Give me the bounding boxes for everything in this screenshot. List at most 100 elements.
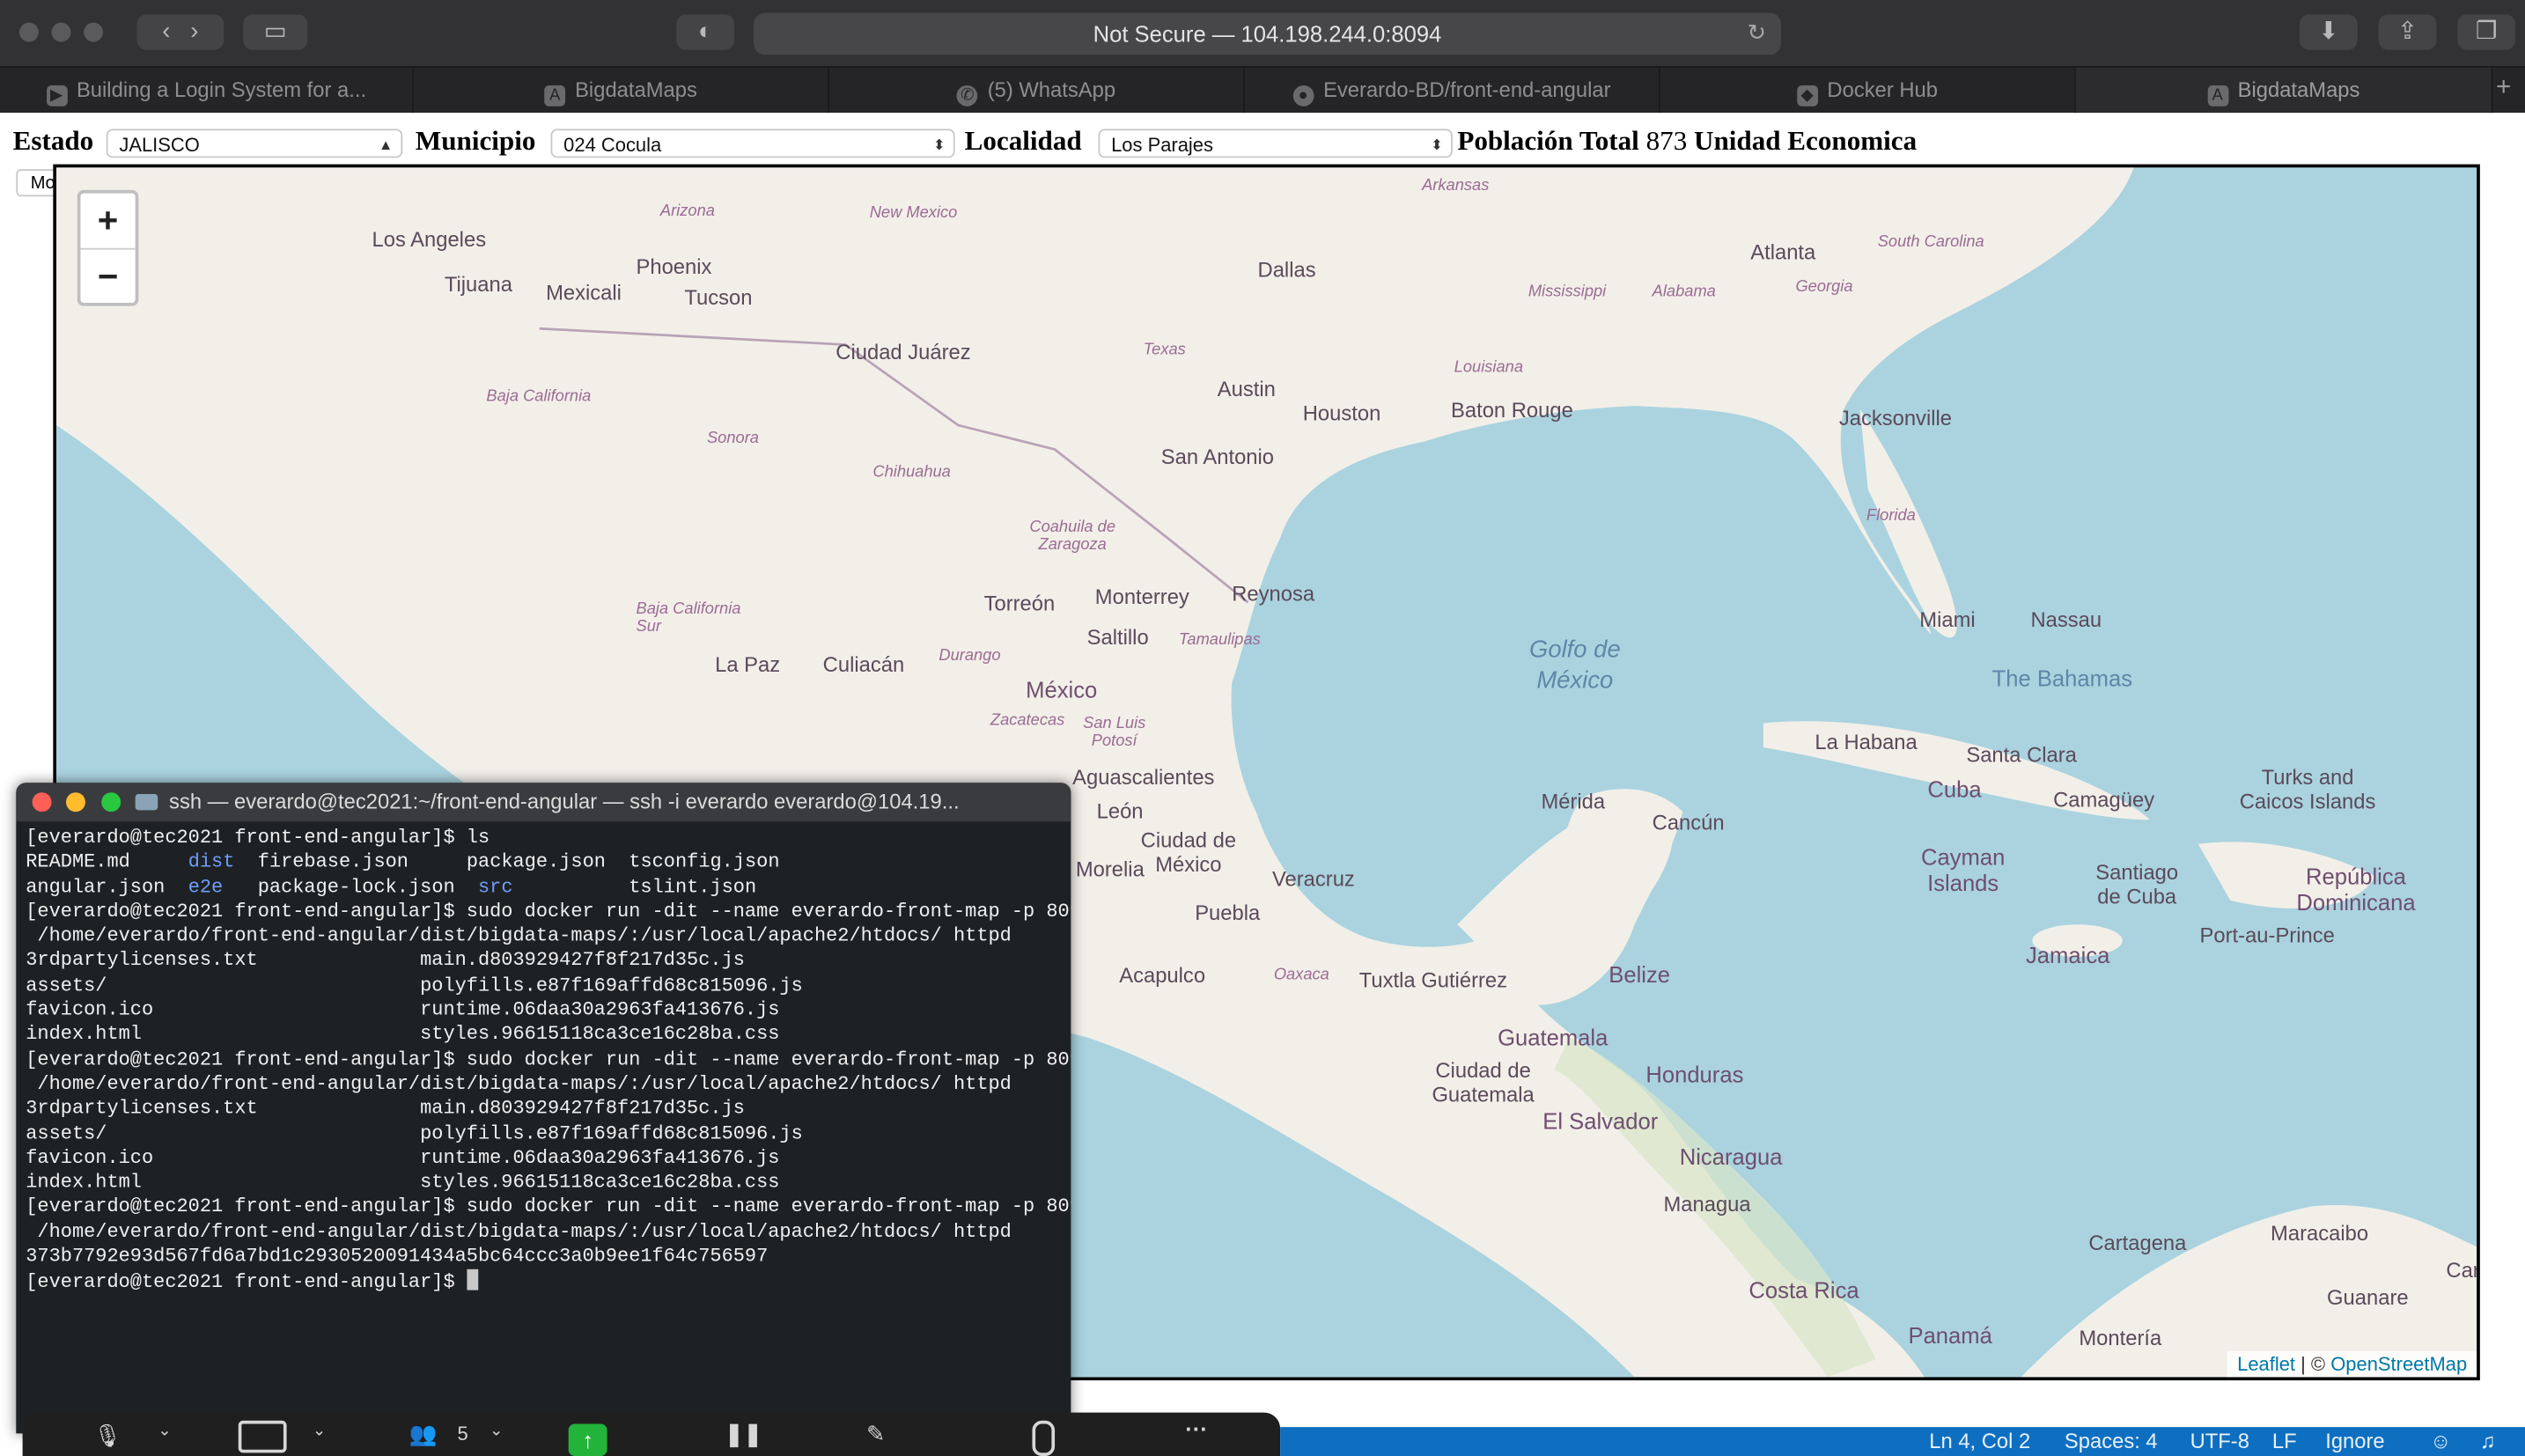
zoom-in-button[interactable]: + [80,194,136,250]
tabs-icon: ❐ [2475,18,2498,46]
map-label: Oaxaca [1273,966,1329,984]
forward-icon[interactable]: › [190,18,198,45]
tab-youtube[interactable]: ▶ Building a Login System for a... [0,67,415,114]
terminal-ls-line: angular.json e2e package-lock.json src t… [26,875,757,899]
cut-off-button[interactable]: Mo [16,169,58,197]
downloads-button[interactable]: ⬇ [2299,14,2358,50]
play-icon: ▶ [46,85,67,107]
close-window-button[interactable] [18,22,39,42]
estado-label: Estado [12,125,94,157]
back-icon[interactable]: ‹ [162,18,170,45]
shield-icon: ◐ [697,18,713,46]
leaflet-link[interactable]: Leaflet [2237,1353,2295,1376]
tab-whatsapp[interactable]: ✆ (5) WhatsApp [829,67,1245,114]
docker-icon: ◆ [1796,85,1818,107]
map-label: Tucson [684,284,753,310]
video-off-icon[interactable] [238,1420,287,1453]
terminal-line: 373b7792e93d567fd6a7bd1c2930520091434a5b… [26,1245,769,1268]
map-label: Saltillo [1086,624,1149,650]
tab-bigdatamaps-1[interactable]: A BigdataMaps [414,67,829,114]
tab-docker-hub[interactable]: ◆ Docker Hub [1660,67,2076,114]
tab-github[interactable]: ● Everardo-BD/front-end-angular [1245,67,1660,114]
map-label: Arizona [659,202,715,221]
map-label: Acapulco [1119,963,1206,988]
microphone-icon[interactable]: 🎙 [93,1423,122,1450]
terminal-line: [everardo@tec2021 front-end-angular]$ su… [26,900,1071,923]
reload-icon[interactable]: ↻ [1748,19,1766,47]
zoom-out-button[interactable]: − [80,250,135,305]
terminal-line: index.html styles.96615118ca3ce16c28ba.c… [26,1171,780,1195]
estado-select[interactable]: JALISCO ▲ [106,129,403,158]
minimize-window-button[interactable] [51,22,71,42]
map-label: Miami [1919,607,1976,632]
map-label: Nicaragua [1679,1143,1783,1170]
chevron-down-icon[interactable]: ⌄ [158,1423,171,1440]
map-label: La Paz [715,652,781,677]
close-icon[interactable] [32,792,52,813]
pause-icon[interactable]: ❚❚ [725,1421,762,1448]
map-label: Managua [1663,1191,1751,1217]
zoom-window-button[interactable] [84,22,104,42]
terminal-prompt-line[interactable]: [everardo@tec2021 front-end-angular]$ [26,1269,1071,1296]
minimize-icon[interactable] [65,792,85,813]
sidebar-toggle-button[interactable]: ▭ [243,14,308,50]
map-label: Chihuahua [872,463,951,482]
map-label: Dallas [1257,257,1316,283]
localidad-label: Localidad [964,125,1082,157]
participants-icon[interactable]: 👥 [409,1421,438,1448]
tab-bigdatamaps-2[interactable]: A BigdataMaps [2075,67,2493,114]
terminal-line: 3rdpartylicenses.txt main.d803929427f8f2… [26,1097,745,1121]
indentation[interactable]: Spaces: 4 [2065,1427,2158,1456]
map-label: Honduras [1645,1061,1744,1088]
maximize-icon[interactable] [101,792,121,813]
back-forward-buttons[interactable]: ‹ › [136,14,225,50]
privacy-button[interactable]: ◐ [676,14,735,50]
map-label: Alabama [1652,283,1716,302]
openstreetmap-link[interactable]: OpenStreetMap [2330,1353,2467,1376]
new-tab-button[interactable]: + [2496,74,2511,103]
chevron-down-icon[interactable]: ⌄ [490,1423,503,1440]
map-attribution: Leaflet | © OpenStreetMap [2227,1351,2477,1378]
share-button[interactable]: ⇪ [2378,14,2437,50]
chevron-down-icon[interactable]: ⌄ [313,1423,326,1440]
tab-overview-button[interactable]: ❐ [2457,14,2516,50]
map-label: El Salvador [1542,1107,1659,1135]
map-label: Cartagena [2088,1230,2187,1255]
terminal-window[interactable]: ssh — everardo@tec2021:~/front-end-angul… [16,783,1071,1434]
remote-control-icon[interactable] [1032,1420,1056,1456]
bell-icon[interactable]: ♫ [2480,1427,2496,1456]
map-label: León [1096,798,1144,823]
map-label: Los Angeles [372,226,487,252]
map-label: La Habana [1815,729,1918,754]
share-icon: ⇪ [2396,18,2418,46]
share-screen-icon[interactable]: ↑ [568,1423,607,1456]
terminal-line: favicon.ico runtime.06daa30a2963fa413676… [26,1146,780,1170]
encoding[interactable]: UTF-8 [2190,1427,2249,1456]
map-label: Santa Clara [1966,742,2077,767]
annotate-icon[interactable]: ✎ [866,1421,885,1448]
terminal-line: assets/ polyfills.e87f169affd68c815096.j… [26,974,803,997]
more-icon[interactable]: ··· [1185,1416,1208,1441]
cursor-position[interactable]: Ln 4, Col 2 [1929,1427,2030,1456]
map-label: Mississippi [1528,283,1607,302]
map-label: Jamaica [2026,942,2110,968]
address-bar[interactable]: Not Secure — 104.198.244.0:8094 [754,12,1781,55]
map-label: Baja California [486,387,592,407]
zoom-control: + − [77,189,139,306]
terminal-line: [everardo@tec2021 front-end-angular]$ su… [26,1195,1071,1219]
map-label: Belize [1608,961,1671,988]
feedback-icon[interactable]: ☺ [2430,1427,2451,1456]
map-label: Houston [1302,401,1381,426]
map-label: Montería [2079,1325,2162,1350]
map-label: Texas [1143,341,1186,360]
map-label: Port-au-Prince [2199,923,2335,947]
terminal-line: /home/everardo/front-end-angular/dist/bi… [26,924,1012,948]
municipio-select[interactable]: 024 Cocula ⬍ [550,129,955,158]
line-ending[interactable]: LF [2272,1427,2297,1456]
select-arrows-icon: ⬍ [1431,136,1443,153]
terminal-output[interactable]: [everardo@tec2021 front-end-angular]$ ls… [26,827,1071,1297]
ignore-status[interactable]: Ignore [2325,1427,2384,1456]
localidad-select[interactable]: Los Parajes ⬍ [1098,129,1453,158]
map-label: Guatemala [1498,1024,1608,1050]
terminal-titlebar[interactable]: ssh — everardo@tec2021:~/front-end-angul… [16,783,1071,822]
